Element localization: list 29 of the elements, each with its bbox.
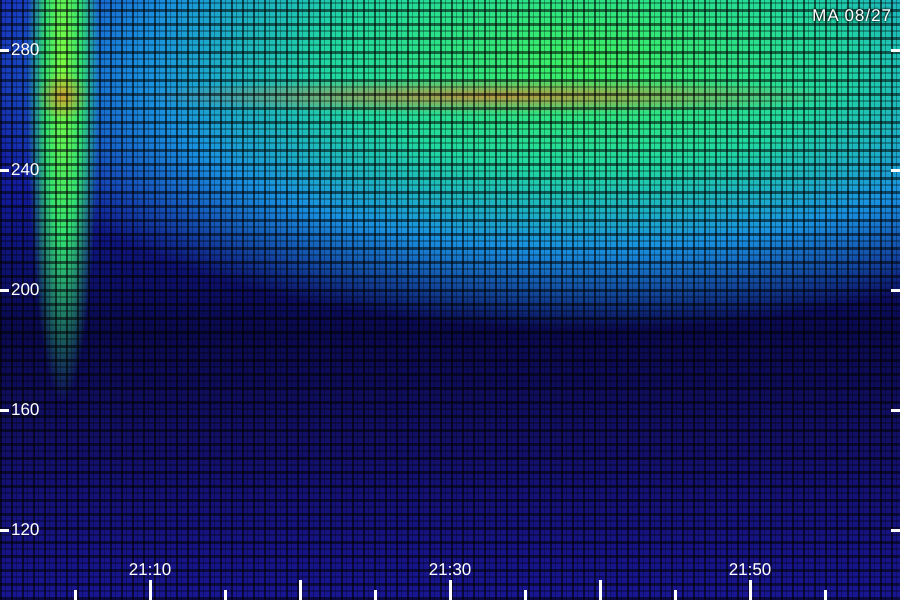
tick-mark xyxy=(0,169,9,172)
tick-mark xyxy=(891,289,900,292)
tick-mark xyxy=(374,590,377,600)
tick-mark xyxy=(0,529,9,532)
tick-mark xyxy=(824,590,827,600)
tick-mark xyxy=(891,409,900,412)
tick-mark xyxy=(749,580,752,600)
axis-label: 280 xyxy=(11,40,40,60)
tick-mark xyxy=(299,580,302,600)
tick-mark xyxy=(0,49,9,52)
axis-label: 160 xyxy=(11,400,40,420)
tick-mark xyxy=(0,289,9,292)
tick-mark xyxy=(891,49,900,52)
tick-mark xyxy=(149,580,152,600)
tick-mark xyxy=(599,580,602,600)
tick-mark xyxy=(524,590,527,600)
tick-mark xyxy=(891,169,900,172)
axis-label: 200 xyxy=(11,280,40,300)
axis-label: 21:50 xyxy=(728,560,772,580)
tick-mark xyxy=(674,590,677,600)
tick-mark xyxy=(891,529,900,532)
tick-mark xyxy=(0,409,9,412)
tick-mark xyxy=(449,580,452,600)
axis-label: 21:30 xyxy=(428,560,472,580)
axis-label: 240 xyxy=(11,160,40,180)
tick-mark xyxy=(74,590,77,600)
tick-mark xyxy=(224,590,227,600)
axis-label: 120 xyxy=(11,520,40,540)
axis-label: 21:10 xyxy=(128,560,172,580)
